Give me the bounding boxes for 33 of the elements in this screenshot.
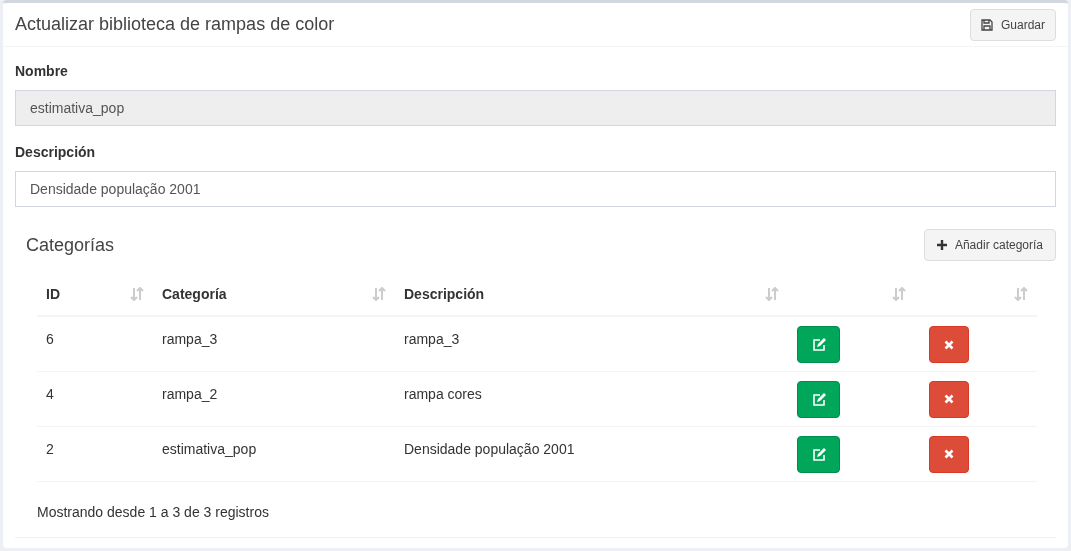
table-cell: Densidade população 2001	[395, 426, 788, 481]
page-title: Actualizar biblioteca de rampas de color	[15, 13, 335, 36]
delete-button[interactable]	[929, 326, 969, 363]
table-cell: rampa_2	[153, 371, 395, 426]
add-category-button[interactable]: Añadir categoría	[923, 229, 1056, 261]
edit-icon	[811, 392, 826, 406]
section-title: Categorías	[26, 233, 115, 257]
plus-icon	[936, 240, 947, 250]
edit-button[interactable]	[797, 380, 840, 418]
input-field[interactable]: Densidade população 2001	[15, 171, 1056, 207]
delete-button[interactable]	[929, 380, 969, 418]
table-cell: 6	[37, 316, 153, 371]
table-cell: estimativa_pop	[153, 426, 395, 481]
delete-button[interactable]	[929, 435, 969, 473]
save-button[interactable]: Guardar	[969, 8, 1056, 41]
column-header[interactable]: Categoría	[162, 283, 227, 305]
close-icon	[944, 394, 954, 404]
edit-button[interactable]	[797, 435, 840, 473]
table-cell: rampa_3	[395, 316, 788, 371]
edit-button[interactable]	[797, 326, 840, 363]
table-cell: 2	[37, 426, 153, 481]
column-header[interactable]: Descripción	[404, 283, 485, 305]
close-icon	[944, 449, 954, 459]
column-header[interactable]: ID	[46, 283, 60, 305]
edit-icon	[811, 338, 826, 351]
edit-icon	[811, 447, 826, 461]
field-label: Descripción	[15, 143, 97, 162]
table-cell: 4	[37, 371, 153, 426]
field-label: Nombre	[15, 62, 69, 81]
table-cell: rampa_3	[153, 316, 395, 371]
table-cell: rampa cores	[395, 371, 788, 426]
pagination-info: Mostrando desde 1 a 3 de 3 registros	[37, 503, 269, 520]
close-icon	[944, 339, 954, 350]
